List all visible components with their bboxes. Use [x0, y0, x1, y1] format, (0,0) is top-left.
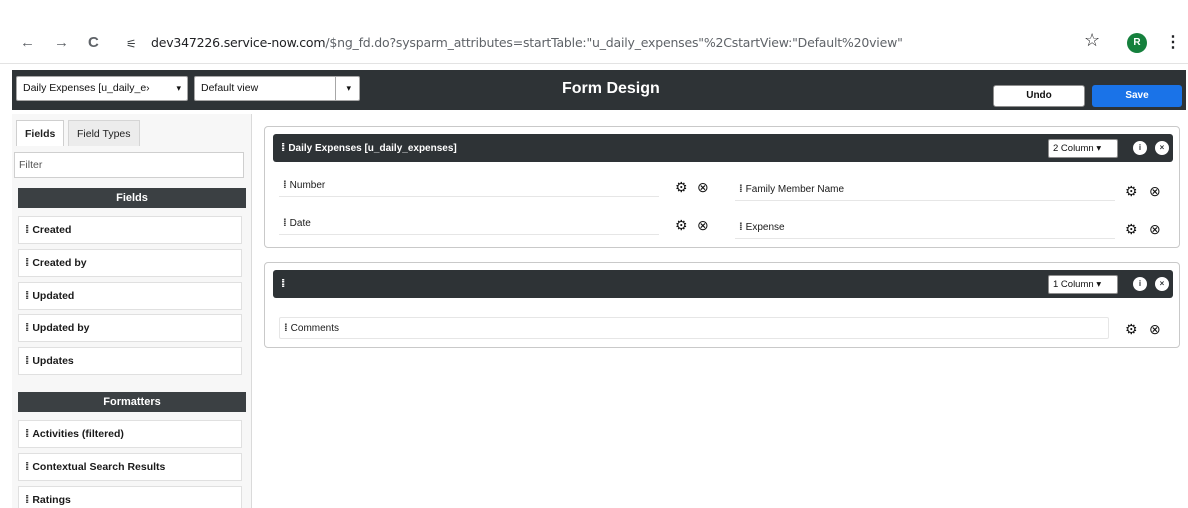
- gear-icon[interactable]: ⚙: [1125, 321, 1138, 337]
- form-section: ⁞⁞ Daily Expenses [u_daily_expenses] 2 Co…: [264, 126, 1180, 248]
- save-button[interactable]: Save: [1092, 85, 1182, 107]
- drag-handle-icon: ⁞⁞: [281, 142, 286, 154]
- form-field-date[interactable]: ⁞⁞ Date: [279, 213, 659, 235]
- table-select-value: Daily Expenses [u_daily_e›: [23, 82, 150, 94]
- form-field-label: Comments: [290, 323, 340, 334]
- profile-avatar[interactable]: R: [1127, 33, 1147, 53]
- section-header[interactable]: ⁞⁞ Daily Expenses [u_daily_expenses] 2 Co…: [273, 134, 1173, 162]
- tab-fields[interactable]: Fields: [16, 120, 65, 146]
- column-layout-value: 2 Column: [1053, 143, 1094, 154]
- field-item-updates[interactable]: ⁞⁞ Updates: [18, 347, 242, 375]
- section-info-icon[interactable]: i: [1131, 139, 1149, 157]
- chevron-down-icon: ▾: [1096, 279, 1102, 290]
- formatter-item-ratings[interactable]: ⁞⁞ Ratings: [18, 486, 242, 508]
- section-title: ⁞⁞: [281, 278, 288, 290]
- drag-handle-icon: ⁞⁞: [25, 290, 30, 302]
- formatter-item-label: Contextual Search Results: [32, 461, 166, 473]
- section-info-icon[interactable]: i: [1131, 275, 1149, 293]
- fields-heading: Fields: [18, 188, 246, 208]
- section-remove-icon[interactable]: ×: [1153, 139, 1171, 157]
- gear-icon[interactable]: ⚙: [1125, 221, 1138, 237]
- form-field-label: Expense: [745, 222, 785, 233]
- field-item-label: Updates: [32, 355, 74, 367]
- form-field-label: Number: [289, 180, 326, 191]
- drag-handle-icon: ⁞⁞: [283, 218, 286, 229]
- page-title: Form Design: [562, 80, 660, 97]
- field-item-created-by[interactable]: ⁞⁞ Created by: [18, 249, 242, 277]
- section-remove-icon[interactable]: ×: [1153, 275, 1171, 293]
- remove-field-icon[interactable]: ⊗: [697, 179, 709, 195]
- forward-arrow-icon[interactable]: →: [54, 34, 69, 51]
- view-select[interactable]: Default view ▾: [194, 76, 360, 101]
- drag-handle-icon: ⁞⁞: [739, 222, 742, 233]
- address-bar[interactable]: dev347226.service-now.com/$ng_fd.do?sysp…: [151, 35, 903, 50]
- gear-icon[interactable]: ⚙: [675, 179, 688, 195]
- column-layout-select[interactable]: 2 Column ▾: [1048, 139, 1118, 158]
- section-title: ⁞⁞ Daily Expenses [u_daily_expenses]: [281, 142, 457, 154]
- drag-handle-icon: ⁞⁞: [25, 461, 30, 473]
- field-item-updated-by[interactable]: ⁞⁞ Updated by: [18, 314, 242, 342]
- chevron-down-icon: ▾: [1096, 143, 1102, 154]
- drag-handle-icon: ⁞⁞: [25, 494, 30, 506]
- formatter-item-contextual-search[interactable]: ⁞⁞ Contextual Search Results: [18, 453, 242, 481]
- form-section: ⁞⁞ 1 Column ▾ i × ⁞⁞ Comments ⚙ ⊗: [264, 262, 1180, 348]
- column-layout-select[interactable]: 1 Column ▾: [1048, 275, 1118, 294]
- site-settings-icon[interactable]: ⚟: [126, 37, 137, 51]
- drag-handle-icon: ⁞⁞: [25, 224, 30, 236]
- column-layout-value: 1 Column: [1053, 279, 1094, 290]
- url-host: dev347226.service-now.com: [151, 35, 326, 50]
- undo-button[interactable]: Undo: [993, 85, 1085, 107]
- form-field-label: Family Member Name: [745, 184, 845, 195]
- form-design-header: Daily Expenses [u_daily_e› ▾ Default vie…: [12, 70, 1186, 110]
- field-item-label: Updated: [32, 290, 75, 302]
- remove-field-icon[interactable]: ⊗: [1149, 321, 1161, 337]
- view-select-value: Default view: [201, 82, 259, 94]
- gear-icon[interactable]: ⚙: [1125, 183, 1138, 199]
- url-path: /$ng_fd.do?sysparm_attributes=startTable…: [325, 35, 903, 50]
- form-field-family-member-name[interactable]: ⁞⁞ Family Member Name: [735, 179, 1115, 201]
- drag-handle-icon: ⁞⁞: [25, 355, 30, 367]
- formatter-item-label: Activities (filtered): [32, 428, 124, 440]
- formatter-item-label: Ratings: [32, 494, 71, 506]
- remove-field-icon[interactable]: ⊗: [1149, 221, 1161, 237]
- field-item-label: Created: [32, 224, 72, 236]
- form-field-expense[interactable]: ⁞⁞ Expense: [735, 217, 1115, 239]
- drag-handle-icon: ⁞⁞: [739, 184, 742, 195]
- field-item-created[interactable]: ⁞⁞ Created: [18, 216, 242, 244]
- formatters-heading: Formatters: [18, 392, 246, 412]
- tab-field-types[interactable]: Field Types: [68, 120, 140, 146]
- drag-handle-icon: ⁞⁞: [283, 180, 286, 191]
- drag-handle-icon: ⁞⁞: [284, 323, 287, 334]
- drag-handle-icon: ⁞⁞: [25, 428, 30, 440]
- browser-menu-icon[interactable]: ⋮: [1165, 32, 1181, 52]
- filter-input[interactable]: Filter: [14, 152, 244, 178]
- remove-field-icon[interactable]: ⊗: [697, 217, 709, 233]
- bookmark-star-icon[interactable]: ☆: [1084, 30, 1100, 51]
- drag-handle-icon: ⁞⁞: [25, 257, 30, 269]
- form-field-label: Date: [289, 218, 311, 229]
- chevron-down-icon: ▾: [346, 83, 351, 93]
- chevron-down-icon: ▾: [176, 83, 181, 93]
- field-item-updated[interactable]: ⁞⁞ Updated: [18, 282, 242, 310]
- gear-icon[interactable]: ⚙: [675, 217, 688, 233]
- select-divider: [335, 77, 336, 100]
- form-field-number[interactable]: ⁞⁞ Number: [279, 175, 659, 197]
- field-item-label: Updated by: [32, 322, 90, 334]
- table-select[interactable]: Daily Expenses [u_daily_e› ▾: [16, 76, 188, 101]
- browser-toolbar: ← → C ⚟ dev347226.service-now.com/$ng_fd…: [0, 0, 1188, 64]
- back-arrow-icon[interactable]: ←: [20, 34, 35, 51]
- field-item-label: Created by: [32, 257, 87, 269]
- remove-field-icon[interactable]: ⊗: [1149, 183, 1161, 199]
- fields-panel: Fields Field Types Filter Fields ⁞⁞ Creat…: [12, 114, 252, 508]
- drag-handle-icon: ⁞⁞: [281, 278, 286, 290]
- formatter-item-activities[interactable]: ⁞⁞ Activities (filtered): [18, 420, 242, 448]
- section-header[interactable]: ⁞⁞ 1 Column ▾ i ×: [273, 270, 1173, 298]
- panel-tabs: Fields Field Types: [12, 120, 251, 148]
- section-title-label: Daily Expenses [u_daily_expenses]: [288, 143, 457, 154]
- drag-handle-icon: ⁞⁞: [25, 322, 30, 334]
- form-field-comments[interactable]: ⁞⁞ Comments: [279, 317, 1109, 339]
- reload-icon[interactable]: C: [88, 34, 99, 51]
